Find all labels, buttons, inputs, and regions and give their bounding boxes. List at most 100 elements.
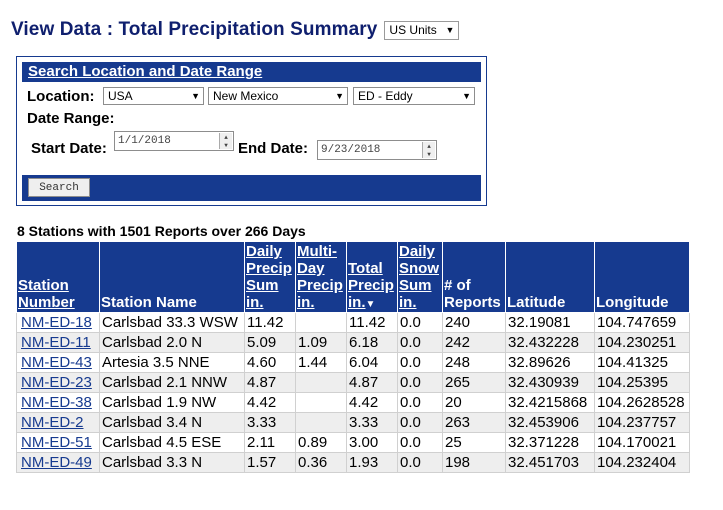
multi-day-cell: 0.36	[295, 452, 347, 473]
spinner-down-icon: ▼	[427, 150, 431, 158]
table-row: NM-ED-23 Carlsbad 2.1 NNW 4.87 4.87 0.0 265 32…	[16, 372, 690, 393]
start-date-spinner[interactable]: ▲ ▼	[219, 133, 232, 149]
longitude-cell: 104.230251	[594, 332, 690, 353]
daily-precip-value: 2.11	[247, 434, 276, 451]
table-row: NM-ED-18 Carlsbad 33.3 WSW 11.42 11.42 0.0 24…	[16, 312, 690, 333]
end-date-value: 9/23/2018	[321, 144, 381, 156]
table-row: NM-ED-38 Carlsbad 1.9 NW 4.42 4.42 0.0 20 32.4…	[16, 392, 690, 413]
daily-precip-cell: 1.57	[244, 452, 296, 473]
longitude-cell: 104.170021	[594, 432, 690, 453]
latitude-value: 32.89626	[508, 354, 571, 371]
total-precip-value: 4.42	[349, 394, 379, 411]
county-select[interactable]: ED - Eddy ▼	[353, 87, 475, 105]
sort-multi-day-link[interactable]: Multi- Day Precip in.	[297, 243, 343, 311]
multi-day-cell: 1.44	[295, 352, 347, 373]
daily-snow-cell: 0.0	[397, 452, 443, 473]
reports-value: 25	[445, 434, 462, 451]
col-multi-day[interactable]: Multi- Day Precip in.	[295, 241, 347, 313]
station-number-link[interactable]: NM-ED-49	[21, 454, 92, 471]
total-precip-value: 3.00	[349, 434, 379, 451]
station-name-cell: Carlsbad 4.5 ESE	[99, 432, 245, 453]
col-daily-precip[interactable]: Daily Precip Sum in.	[244, 241, 296, 313]
station-name-value: Artesia 3.5 NNE	[102, 354, 210, 371]
col-station-number[interactable]: Station Number	[16, 241, 100, 313]
station-number-cell: NM-ED-38	[16, 392, 100, 413]
longitude-cell: 104.41325	[594, 352, 690, 373]
col-total-precip[interactable]: Total Precip in.▼	[346, 241, 398, 313]
longitude-cell: 104.747659	[594, 312, 690, 333]
search-button[interactable]: Search	[28, 178, 90, 197]
sort-daily-precip-link[interactable]: Daily Precip Sum in.	[246, 243, 292, 311]
longitude-cell: 104.237757	[594, 412, 690, 433]
longitude-value: 104.41325	[597, 354, 668, 371]
daily-snow-cell: 0.0	[397, 392, 443, 413]
chevron-down-icon: ▼	[335, 91, 344, 101]
station-number-link[interactable]: NM-ED-38	[21, 394, 92, 411]
total-precip-cell: 3.33	[346, 412, 398, 433]
total-precip-value: 11.42	[349, 314, 386, 331]
multi-day-value: 0.36	[298, 454, 328, 471]
longitude-value: 104.25395	[597, 374, 668, 391]
date-range-label: Date Range:	[27, 110, 115, 127]
station-name-value: Carlsbad 3.4 N	[102, 414, 203, 431]
daily-precip-cell: 4.42	[244, 392, 296, 413]
station-number-cell: NM-ED-51	[16, 432, 100, 453]
reports-cell: 265	[442, 372, 506, 393]
col-latitude: Latitude	[505, 241, 595, 313]
station-number-link[interactable]: NM-ED-51	[21, 434, 92, 451]
station-name-cell: Carlsbad 1.9 NW	[99, 392, 245, 413]
start-date-value: 1/1/2018	[118, 135, 171, 147]
daily-precip-value: 4.60	[247, 354, 277, 371]
start-date-label: Start Date:	[31, 140, 107, 157]
sort-station-number-link[interactable]: Station Number	[18, 277, 75, 311]
total-precip-cell: 6.04	[346, 352, 398, 373]
multi-day-cell	[295, 412, 347, 433]
latitude-value: 32.4215868	[508, 394, 588, 411]
daily-snow-value: 0.0	[400, 314, 421, 331]
latitude-cell: 32.430939	[505, 372, 595, 393]
station-number-link[interactable]: NM-ED-23	[21, 374, 92, 391]
station-name-value: Carlsbad 4.5 ESE	[102, 434, 222, 451]
station-number-cell: NM-ED-43	[16, 352, 100, 373]
start-date-input[interactable]: 1/1/2018 ▲ ▼	[114, 131, 234, 151]
end-date-input[interactable]: 9/23/2018 ▲ ▼	[317, 140, 437, 160]
country-select[interactable]: USA ▼	[103, 87, 204, 105]
longitude-value: 104.747659	[597, 314, 677, 331]
latitude-cell: 32.19081	[505, 312, 595, 333]
search-panel-toggle-link[interactable]: Search Location and Date Range	[28, 63, 262, 80]
station-number-link[interactable]: NM-ED-2	[21, 414, 84, 431]
daily-precip-cell: 2.11	[244, 432, 296, 453]
total-precip-cell: 3.00	[346, 432, 398, 453]
sort-daily-snow-link[interactable]: Daily Snow Sum in.	[399, 243, 439, 311]
daily-precip-cell: 4.87	[244, 372, 296, 393]
latitude-value: 32.451703	[508, 454, 579, 471]
col-daily-snow[interactable]: Daily Snow Sum in.	[397, 241, 443, 313]
daily-precip-cell: 11.42	[244, 312, 296, 333]
units-select[interactable]: US Units ▼	[384, 20, 460, 40]
latitude-cell: 32.4215868	[505, 392, 595, 413]
station-number-cell: NM-ED-18	[16, 312, 100, 333]
end-date-spinner[interactable]: ▲ ▼	[422, 142, 435, 158]
chevron-down-icon: ▼	[191, 91, 200, 101]
reports-cell: 242	[442, 332, 506, 353]
longitude-value: 104.237757	[597, 414, 677, 431]
station-name-cell: Carlsbad 3.3 N	[99, 452, 245, 473]
station-number-link[interactable]: NM-ED-18	[21, 314, 92, 331]
table-row: NM-ED-51 Carlsbad 4.5 ESE 2.11 0.89 3.00 0.0 2…	[16, 432, 690, 453]
latitude-cell: 32.453906	[505, 412, 595, 433]
station-name-value: Carlsbad 1.9 NW	[102, 394, 217, 411]
station-number-link[interactable]: NM-ED-43	[21, 354, 92, 371]
state-select[interactable]: New Mexico ▼	[208, 87, 348, 105]
longitude-cell: 104.232404	[594, 452, 690, 473]
total-precip-cell: 4.42	[346, 392, 398, 413]
latitude-value: 32.453906	[508, 414, 579, 431]
sort-desc-icon: ▼	[365, 299, 376, 310]
station-number-link[interactable]: NM-ED-11	[21, 334, 91, 351]
daily-snow-cell: 0.0	[397, 432, 443, 453]
total-precip-value: 3.33	[349, 414, 379, 431]
total-precip-cell: 11.42	[346, 312, 398, 333]
station-number-cell: NM-ED-11	[16, 332, 100, 353]
reports-cell: 20	[442, 392, 506, 413]
daily-snow-value: 0.0	[400, 374, 421, 391]
reports-cell: 248	[442, 352, 506, 373]
